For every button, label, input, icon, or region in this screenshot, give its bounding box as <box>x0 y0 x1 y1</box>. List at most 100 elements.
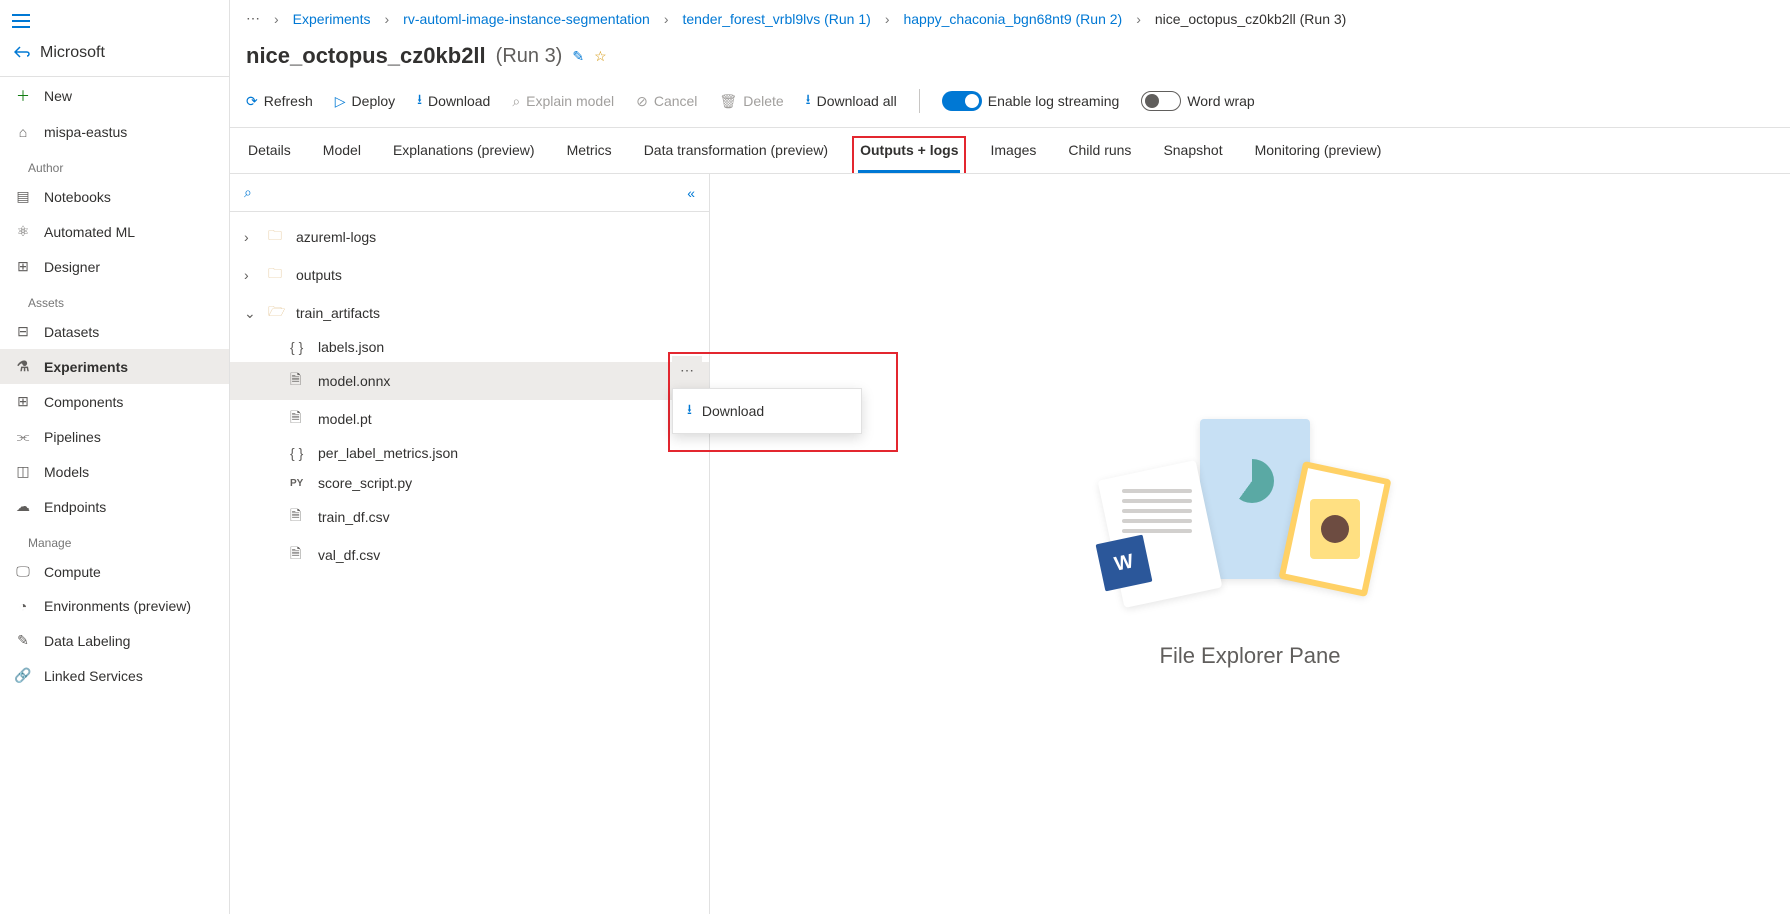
file-icon: 🗎 <box>290 369 308 393</box>
tab-monitoring[interactable]: Monitoring (preview) <box>1253 142 1384 173</box>
tree-header: ⌕ « <box>230 174 709 212</box>
main-content: ⋯ › Experiments › rv-automl-image-instan… <box>230 0 1790 914</box>
toolbar: ⟳Refresh ▷Deploy ⭳Download ⌕Explain mode… <box>230 81 1790 128</box>
tab-images[interactable]: Images <box>988 142 1038 173</box>
sidebar-item-datalabeling[interactable]: ✎ Data Labeling <box>0 623 229 658</box>
chevron-right-icon: › <box>244 229 258 245</box>
run-name: nice_octopus_cz0kb2ll <box>246 43 486 69</box>
sidebar-item-notebooks[interactable]: ▤ Notebooks <box>0 179 229 214</box>
sidebar-item-pipelines[interactable]: ⫘ Pipelines <box>0 419 229 454</box>
download-all-button[interactable]: ⭳Download all <box>806 89 897 113</box>
breadcrumb-run3: nice_octopus_cz0kb2ll (Run 3) <box>1155 11 1346 27</box>
search-icon[interactable]: ⌕ <box>244 184 252 201</box>
breadcrumb-overflow[interactable]: ⋯ <box>246 10 260 27</box>
sidebar-item-designer[interactable]: ⊞ Designer <box>0 249 229 284</box>
endpoints-icon: ☁ <box>14 498 32 515</box>
sidebar-label: Data Labeling <box>44 633 130 649</box>
sidebar-item-linked[interactable]: 🔗 Linked Services <box>0 658 229 693</box>
sidebar-item-datasets[interactable]: ⊟ Datasets <box>0 314 229 349</box>
tree-file-labels-json[interactable]: { } labels.json <box>230 332 709 362</box>
tab-model[interactable]: Model <box>321 142 363 173</box>
sidebar-item-new[interactable]: ＋ New <box>0 77 229 115</box>
notebook-icon: ▤ <box>14 188 32 205</box>
cancel-button: ⊘Cancel <box>636 93 697 110</box>
file-tree: › 🗀 azureml-logs › 🗀 outputs ⌄ 🗁 train_a… <box>230 212 709 580</box>
sidebar-label: Notebooks <box>44 189 111 205</box>
tab-data-transformation[interactable]: Data transformation (preview) <box>642 142 830 173</box>
tree-folder-outputs[interactable]: › 🗀 outputs <box>230 256 709 294</box>
file-tree-pane: ⌕ « › 🗀 azureml-logs › 🗀 outputs <box>230 174 710 914</box>
environments-icon: ◔ <box>14 598 32 614</box>
play-icon: ▷ <box>335 93 346 110</box>
breadcrumb: ⋯ › Experiments › rv-automl-image-instan… <box>230 0 1790 37</box>
tree-file-model-pt[interactable]: 🗎 model.pt <box>230 400 709 438</box>
sidebar-item-compute[interactable]: 🖵 Compute <box>0 554 229 589</box>
tree-folder-train-artifacts[interactable]: ⌄ 🗁 train_artifacts <box>230 294 709 332</box>
tree-file-per-label-metrics[interactable]: { } per_label_metrics.json <box>230 438 709 468</box>
file-icon: 🗎 <box>290 407 308 431</box>
tree-file-val-df[interactable]: 🗎 val_df.csv <box>230 536 709 574</box>
chevron-right-icon: › <box>1136 11 1141 27</box>
tree-folder-azureml-logs[interactable]: › 🗀 azureml-logs <box>230 218 709 256</box>
trash-icon: 🗑 <box>719 93 737 110</box>
tree-file-model-onnx[interactable]: 🗎 model.onnx <box>230 362 709 400</box>
word-wrap-toggle[interactable] <box>1141 91 1181 111</box>
context-menu: ⭳ Download <box>672 388 862 434</box>
sidebar-item-automl[interactable]: ⚛ Automated ML <box>0 214 229 249</box>
tab-snapshot[interactable]: Snapshot <box>1161 142 1224 173</box>
tab-outputs-logs[interactable]: Outputs + logs <box>858 142 960 173</box>
breadcrumb-experiment-name[interactable]: rv-automl-image-instance-segmentation <box>403 11 650 27</box>
delete-button: 🗑Delete <box>719 93 783 110</box>
preview-title: File Explorer Pane <box>1160 643 1341 669</box>
tab-details[interactable]: Details <box>246 142 293 173</box>
chevron-right-icon: › <box>244 267 258 283</box>
favorite-icon[interactable]: ☆ <box>594 48 607 65</box>
sidebar-section-assets: Assets <box>0 284 229 314</box>
sidebar-item-models[interactable]: ◫ Models <box>0 454 229 489</box>
content-area: ⌕ « › 🗀 azureml-logs › 🗀 outputs <box>230 174 1790 914</box>
sidebar-item-endpoints[interactable]: ☁ Endpoints <box>0 489 229 524</box>
run-number: (Run 3) <box>496 45 563 68</box>
chevron-right-icon: › <box>384 11 389 27</box>
sidebar-label: mispa-eastus <box>44 124 127 140</box>
sidebar-label: Endpoints <box>44 499 106 515</box>
sidebar-section-manage: Manage <box>0 524 229 554</box>
breadcrumb-experiments[interactable]: Experiments <box>293 11 371 27</box>
page-title-row: nice_octopus_cz0kb2ll (Run 3) ✎ ☆ <box>230 37 1790 81</box>
tree-file-train-df[interactable]: 🗎 train_df.csv <box>230 498 709 536</box>
context-menu-download[interactable]: ⭳ Download <box>673 389 861 433</box>
breadcrumb-run1[interactable]: tender_forest_vrbl9lvs (Run 1) <box>683 11 871 27</box>
collapse-icon[interactable]: « <box>687 185 695 201</box>
file-actions-button[interactable]: ⋯ <box>672 356 702 384</box>
sidebar-item-environments[interactable]: ◔ Environments (preview) <box>0 589 229 623</box>
tree-file-score-script[interactable]: PY score_script.py <box>230 468 709 498</box>
edit-icon[interactable]: ✎ <box>572 48 584 65</box>
sidebar-label: Datasets <box>44 324 99 340</box>
json-icon: { } <box>290 339 308 355</box>
hamburger-icon[interactable] <box>0 8 229 34</box>
log-streaming-toggle-group: Enable log streaming <box>942 91 1120 111</box>
sidebar-item-components[interactable]: ⊞ Components <box>0 384 229 419</box>
back-label: Microsoft <box>40 44 105 62</box>
tab-metrics[interactable]: Metrics <box>565 142 614 173</box>
back-link[interactable]: Microsoft <box>0 34 229 77</box>
tab-child-runs[interactable]: Child runs <box>1066 142 1133 173</box>
log-streaming-toggle[interactable] <box>942 91 982 111</box>
sidebar-item-workspace[interactable]: ⌂ mispa-eastus <box>0 115 229 149</box>
tab-explanations[interactable]: Explanations (preview) <box>391 142 537 173</box>
download-icon: ⭳ <box>417 89 422 113</box>
refresh-button[interactable]: ⟳Refresh <box>246 93 313 110</box>
chevron-right-icon: › <box>664 11 669 27</box>
home-icon: ⌂ <box>14 124 32 140</box>
sidebar-item-experiments[interactable]: ⚗ Experiments <box>0 349 229 384</box>
sidebar-label: Environments (preview) <box>44 598 191 614</box>
folder-open-icon: 🗁 <box>268 301 286 325</box>
download-button[interactable]: ⭳Download <box>417 89 490 113</box>
deploy-button[interactable]: ▷Deploy <box>335 93 395 110</box>
folder-icon: 🗀 <box>268 225 286 249</box>
json-icon: { } <box>290 445 308 461</box>
explain-model-button: ⌕Explain model <box>512 93 614 110</box>
sidebar-label: Designer <box>44 259 100 275</box>
chevron-right-icon: › <box>885 11 890 27</box>
breadcrumb-run2[interactable]: happy_chaconia_bgn68nt9 (Run 2) <box>903 11 1122 27</box>
